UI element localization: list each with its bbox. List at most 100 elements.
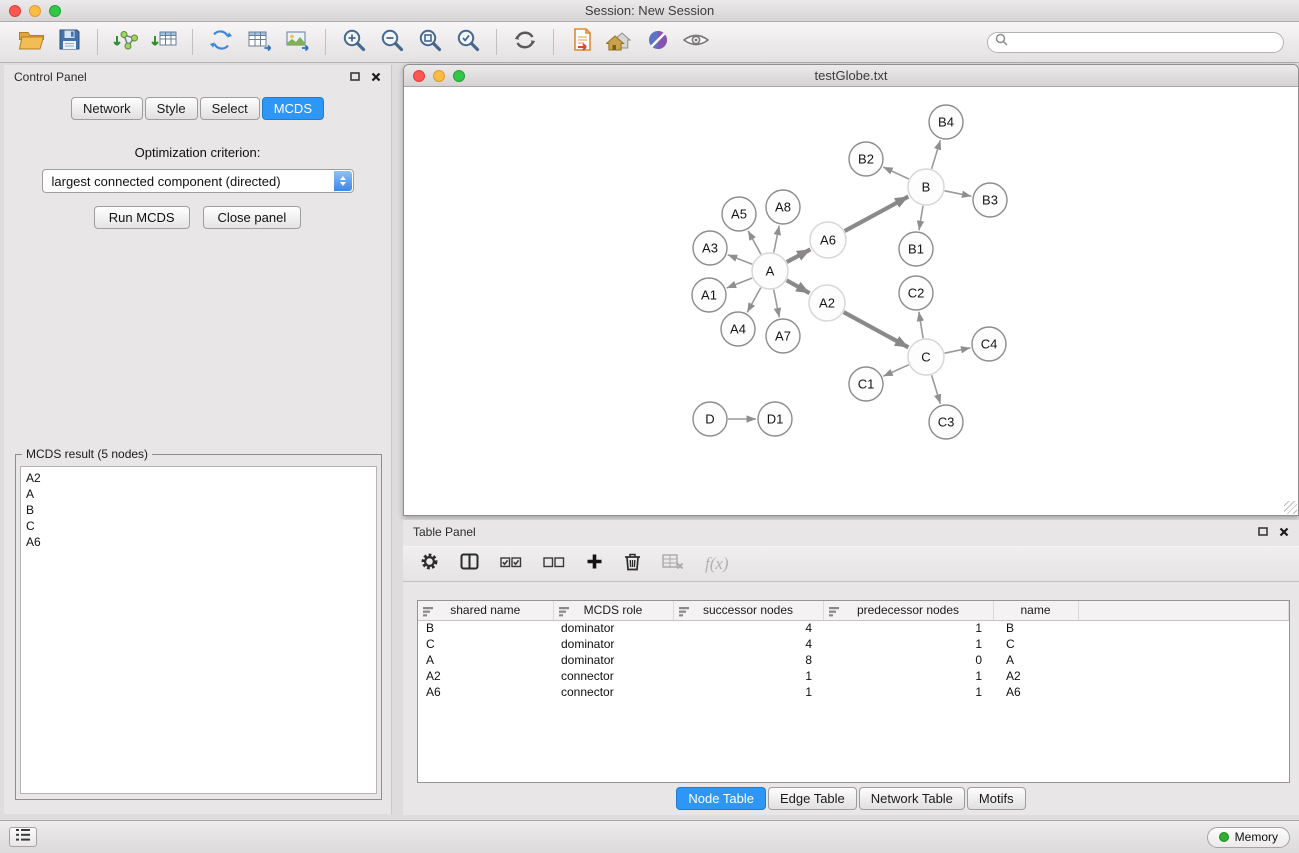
graph-node-B3[interactable]: B3	[973, 183, 1007, 217]
criterion-dropdown[interactable]: largest connected component (directed)	[42, 169, 354, 193]
graph-node-C2[interactable]: C2	[899, 276, 933, 310]
delete-table-button[interactable]	[662, 553, 684, 575]
graph-node-C4[interactable]: C4	[972, 327, 1006, 361]
graph-edge-A-A1[interactable]	[727, 278, 753, 288]
graph-edge-A-A3[interactable]	[728, 255, 753, 264]
tab-motifs[interactable]: Motifs	[967, 787, 1026, 810]
table-row[interactable]: Cdominator41C	[418, 636, 1289, 652]
search-field[interactable]	[987, 32, 1284, 53]
show-hide-button[interactable]	[677, 26, 715, 58]
graph-edge-C-C4[interactable]	[945, 348, 971, 353]
refresh-button[interactable]	[506, 26, 544, 58]
close-panel-button[interactable]: Close panel	[203, 206, 302, 229]
zoom-window-button[interactable]	[49, 5, 61, 17]
graph-node-A5[interactable]: A5	[722, 197, 756, 231]
reload-network-button[interactable]	[202, 26, 240, 58]
graph-edge-A-A5[interactable]	[748, 231, 761, 255]
zoom-selected-button[interactable]	[449, 26, 487, 58]
graph-edge-A-A7[interactable]	[774, 290, 780, 318]
tab-edge-table[interactable]: Edge Table	[768, 787, 857, 810]
graph-edge-A-A6[interactable]	[787, 249, 811, 262]
table-row[interactable]: Bdominator41B	[418, 620, 1289, 636]
graph-node-C[interactable]: C	[908, 339, 944, 375]
graph-node-C1[interactable]: C1	[849, 367, 883, 401]
minimize-window-button[interactable]	[433, 70, 445, 82]
graph-node-B4[interactable]: B4	[929, 105, 963, 139]
graph-edge-C-C2[interactable]	[919, 312, 923, 338]
tab-network[interactable]: Network	[71, 97, 143, 120]
graph-node-A6[interactable]: A6	[810, 222, 846, 258]
column-header-shared-name[interactable]: shared name	[418, 601, 553, 620]
import-network-button[interactable]	[107, 26, 145, 58]
graph-edge-C-C1[interactable]	[883, 365, 908, 376]
export-table-button[interactable]	[240, 26, 278, 58]
graph-edge-A-A4[interactable]	[747, 288, 761, 313]
graph-edge-A-A8[interactable]	[774, 226, 779, 253]
graph-node-A3[interactable]: A3	[693, 231, 727, 265]
graph-edge-C-C3[interactable]	[932, 375, 941, 404]
table-settings-button[interactable]	[420, 552, 439, 576]
deselect-all-button[interactable]	[543, 554, 565, 575]
run-mcds-button[interactable]: Run MCDS	[94, 206, 190, 229]
graph-node-B[interactable]: B	[908, 169, 944, 205]
graph-node-A7[interactable]: A7	[766, 319, 800, 353]
minimize-window-button[interactable]	[29, 5, 41, 17]
column-header-name[interactable]: name	[993, 601, 1078, 620]
close-window-button[interactable]	[9, 5, 21, 17]
graph-edge-B-B4[interactable]	[932, 140, 941, 169]
task-history-button[interactable]	[9, 827, 37, 847]
graph-node-B2[interactable]: B2	[849, 142, 883, 176]
column-header-predecessor-nodes[interactable]: predecessor nodes	[823, 601, 993, 620]
graph-node-A2[interactable]: A2	[809, 285, 845, 321]
resize-grip[interactable]	[1284, 501, 1297, 514]
graph-edge-B-B1[interactable]	[919, 206, 923, 230]
column-header-successor-nodes[interactable]: successor nodes	[673, 601, 823, 620]
graph-node-A8[interactable]: A8	[766, 190, 800, 224]
tab-network-table[interactable]: Network Table	[859, 787, 965, 810]
graph-edge-B-B3[interactable]	[945, 191, 972, 196]
function-builder-button[interactable]: f(x)	[705, 554, 729, 574]
zoom-window-button[interactable]	[453, 70, 465, 82]
float-panel-icon[interactable]	[1258, 527, 1268, 537]
graph-node-C3[interactable]: C3	[929, 405, 963, 439]
home-button[interactable]	[601, 26, 639, 58]
column-header-mcds-role[interactable]: MCDS role	[553, 601, 673, 620]
close-panel-icon[interactable]	[371, 72, 381, 82]
tab-mcds[interactable]: MCDS	[262, 97, 324, 120]
tab-style[interactable]: Style	[145, 97, 198, 120]
graph-node-A4[interactable]: A4	[721, 312, 755, 346]
export-image-button[interactable]	[278, 26, 316, 58]
show-columns-button[interactable]	[460, 553, 479, 575]
table-row[interactable]: A6connector11A6	[418, 684, 1289, 700]
table-row[interactable]: Adominator80A	[418, 652, 1289, 668]
network-canvas[interactable]: B4 B2 B B3 A8 A5 A6 A3 B1 A A1 C2 A2 A4 A7 C C4 C1 C3 D D1	[404, 88, 1298, 515]
close-panel-icon[interactable]	[1279, 527, 1289, 537]
vizmapper-button[interactable]	[639, 26, 677, 58]
zoom-in-button[interactable]	[335, 26, 373, 58]
close-window-button[interactable]	[413, 70, 425, 82]
graph-node-D1[interactable]: D1	[758, 402, 792, 436]
graph-node-D[interactable]: D	[693, 402, 727, 436]
graph-edge-A6-B[interactable]	[845, 197, 909, 232]
graph-edge-B-B2[interactable]	[883, 167, 909, 179]
graph-node-A1[interactable]: A1	[692, 278, 726, 312]
select-all-button[interactable]	[500, 554, 522, 575]
zoom-fit-button[interactable]	[411, 26, 449, 58]
create-column-button[interactable]	[586, 553, 603, 575]
mcds-result-list[interactable]: A2ABCA6	[20, 466, 377, 794]
tab-node-table[interactable]: Node Table	[676, 787, 766, 810]
table-row[interactable]: A2connector11A2	[418, 668, 1289, 684]
open-session-button[interactable]	[12, 26, 50, 58]
tab-select[interactable]: Select	[200, 97, 260, 120]
search-input[interactable]	[1013, 35, 1276, 49]
graph-node-A[interactable]: A	[752, 253, 788, 289]
graph-edge-A2-C[interactable]	[844, 312, 909, 347]
zoom-out-button[interactable]	[373, 26, 411, 58]
save-session-button[interactable]	[50, 26, 88, 58]
import-table-button[interactable]	[145, 26, 183, 58]
delete-column-button[interactable]	[624, 552, 641, 576]
graph-node-B1[interactable]: B1	[899, 232, 933, 266]
export-document-button[interactable]	[563, 26, 601, 58]
graph-edge-A-A2[interactable]	[787, 280, 810, 293]
float-panel-icon[interactable]	[350, 72, 360, 82]
